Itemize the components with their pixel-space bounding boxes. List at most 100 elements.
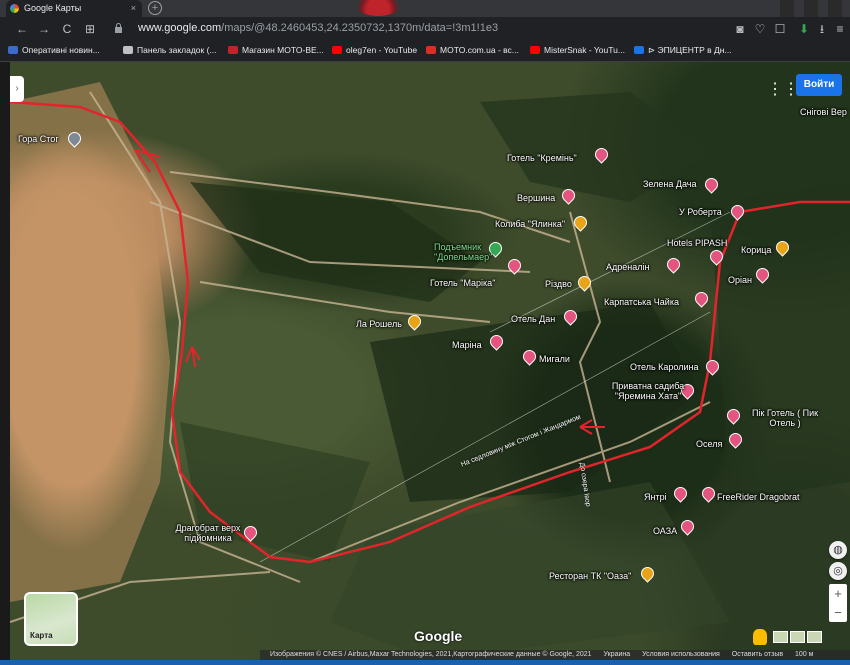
apps-icon[interactable]: ⊞ (82, 21, 98, 37)
bookmark-item[interactable]: Магазин MOTO-BE... (228, 45, 324, 55)
moto-favicon-icon (228, 46, 238, 54)
place-label[interactable]: Приватна садиба "Яремина Хата" (600, 381, 696, 401)
new-tab-button[interactable]: + (148, 1, 162, 15)
favorite-heart-icon[interactable]: ♡ (752, 21, 768, 37)
place-label[interactable]: Корица (741, 245, 771, 255)
lock-icon[interactable] (110, 21, 126, 37)
address-bar[interactable]: www.google.com/maps/@48.2460453,24.23507… (138, 22, 498, 34)
zoom-out-button[interactable]: − (829, 603, 847, 622)
zoom-in-button[interactable]: + (829, 584, 847, 603)
back-icon[interactable]: ← (14, 21, 30, 37)
map-footer: Изображения © CNES / Airbus,Maxar Techno… (260, 650, 850, 660)
place-label[interactable]: Різдво (545, 279, 572, 289)
bookmark-label: oleg7en - YouTube (346, 45, 418, 55)
left-window-edge (0, 62, 10, 660)
close-tab-icon[interactable]: × (131, 0, 136, 17)
browser-tab-bar: Google Карты × + (0, 0, 850, 17)
bookmark-label: Магазин MOTO-BE... (242, 45, 324, 55)
bookmark-item[interactable]: ⊳ ЭПИЦЕНТР в Дн... (634, 45, 732, 56)
place-label[interactable]: Колиба "Ялинка" (495, 219, 565, 229)
bookmark-label: Панель закладок (... (137, 45, 217, 55)
place-label[interactable]: Вершина (517, 193, 555, 203)
place-label[interactable]: Пік Готель ( Пик Отель ) (743, 408, 827, 428)
place-label[interactable]: Гора Стог (18, 134, 59, 144)
download-extension-icon[interactable]: ⬇ (796, 21, 812, 37)
bookmark-item[interactable]: oleg7en - YouTube (332, 45, 417, 55)
bookmark-item[interactable]: Оперативні новин... (8, 45, 100, 55)
globe-icon[interactable]: ◍ (829, 541, 847, 559)
browser-tab[interactable]: Google Карты × (6, 0, 142, 17)
place-label[interactable]: Драгобрат верх підйомника (170, 523, 246, 543)
place-label[interactable]: Hotels PIPASH (667, 238, 727, 248)
bookmark-label: MOTO.com.ua - вс... (440, 45, 519, 55)
google-maps-favicon-icon (10, 4, 19, 13)
feedback-link[interactable]: Оставить отзыв (732, 651, 783, 658)
place-label[interactable]: Ла Рошель (356, 319, 402, 329)
pegman-icon[interactable] (753, 629, 767, 645)
thumbnail-icon[interactable] (790, 631, 805, 643)
close-window-button[interactable] (828, 0, 842, 17)
forward-icon[interactable]: → (36, 21, 52, 37)
place-label[interactable]: ОАЗА (653, 526, 677, 536)
youtube-icon (332, 46, 342, 54)
maximize-button[interactable] (804, 0, 818, 17)
place-label[interactable]: Янтрі (644, 492, 667, 502)
place-label[interactable]: Оріан (728, 275, 752, 285)
minimize-button[interactable] (780, 0, 794, 17)
layer-label: Карта (30, 631, 53, 640)
bookmark-item[interactable]: MisterSnak - YouTu... (530, 45, 625, 55)
scale-label: 100 м (795, 651, 814, 658)
tab-title: Google Карты (24, 3, 82, 13)
place-label[interactable]: Мигали (539, 354, 570, 364)
bookmark-icon[interactable]: ☐ (772, 21, 788, 37)
place-label[interactable]: У Роберта (679, 207, 722, 217)
moto-com-favicon-icon (426, 46, 436, 54)
reload-icon[interactable]: C (59, 21, 75, 37)
folder-icon (123, 46, 133, 54)
satellite-map[interactable]: Гора Стог Готель "Кремінь" Вершина Зелен… (10, 62, 850, 660)
epicenter-favicon-icon (634, 46, 644, 54)
place-label[interactable]: Готель "Маріка" (430, 278, 495, 288)
map-layer-switcher[interactable]: Карта (24, 592, 78, 646)
my-location-icon[interactable]: ◎ (829, 562, 847, 580)
bookmarks-bar: Оперативні новин... Панель закладок (...… (0, 41, 850, 62)
terms-link[interactable]: Условия использования (642, 651, 720, 658)
place-label[interactable]: Подъемник "Допельмаер" (434, 242, 504, 262)
map-terrain-overlay (10, 82, 850, 660)
place-label[interactable]: Отель Каролина (630, 362, 698, 372)
bookmark-label: MisterSnak - YouTu... (544, 45, 625, 55)
place-label[interactable]: Зелена Дача (643, 179, 696, 189)
place-label[interactable]: FreeRider Dragobrat (717, 492, 800, 502)
window-decoration-image (355, 0, 401, 16)
bookmark-item[interactable]: MOTO.com.ua - вс... (426, 45, 519, 55)
place-label[interactable]: Ресторан ТК "Оаза" (549, 571, 631, 581)
place-label[interactable]: Отель Дан (511, 314, 555, 324)
browser-toolbar: ← → C ⊞ www.google.com/maps/@48.2460453,… (0, 17, 850, 41)
country-link[interactable]: Украина (604, 651, 631, 658)
place-label[interactable]: Оселя (696, 439, 722, 449)
menu-icon[interactable]: ≡ (832, 21, 848, 37)
bookmark-favicon-icon (8, 46, 18, 54)
place-label[interactable]: Маріна (452, 340, 482, 350)
youtube-icon (530, 46, 540, 54)
camera-icon[interactable]: ◙ (732, 21, 748, 37)
zoom-control: + − (829, 584, 847, 622)
google-apps-icon[interactable]: ⋮⋮ (767, 79, 799, 99)
place-label[interactable]: Адреналін (606, 262, 649, 272)
thumbnail-icon[interactable] (773, 631, 788, 643)
place-label[interactable]: Готель "Кремінь" (507, 153, 577, 163)
bookmark-item[interactable]: Панель закладок (... (123, 45, 217, 55)
downloads-icon[interactable]: ⭳ (814, 21, 830, 37)
thumbnail-icon[interactable] (807, 631, 822, 643)
sign-in-button[interactable]: Войти (796, 74, 842, 96)
url-path: /maps/@48.2460453,24.2350732,1370m/data=… (221, 22, 499, 34)
imagery-thumbnails[interactable] (773, 630, 824, 648)
bookmark-label: ⊳ ЭПИЦЕНТР в Дн... (648, 45, 732, 55)
bookmark-label: Оперативні новин... (22, 45, 100, 55)
sidebar-toggle-button[interactable]: › (10, 76, 24, 102)
os-taskbar (0, 660, 850, 665)
url-host: www.google.com (138, 22, 222, 34)
attribution-text: Изображения © CNES / Airbus,Maxar Techno… (270, 651, 592, 658)
place-label[interactable]: Снігові Вер (800, 107, 847, 117)
place-label[interactable]: Карпатська Чайка (604, 297, 679, 307)
